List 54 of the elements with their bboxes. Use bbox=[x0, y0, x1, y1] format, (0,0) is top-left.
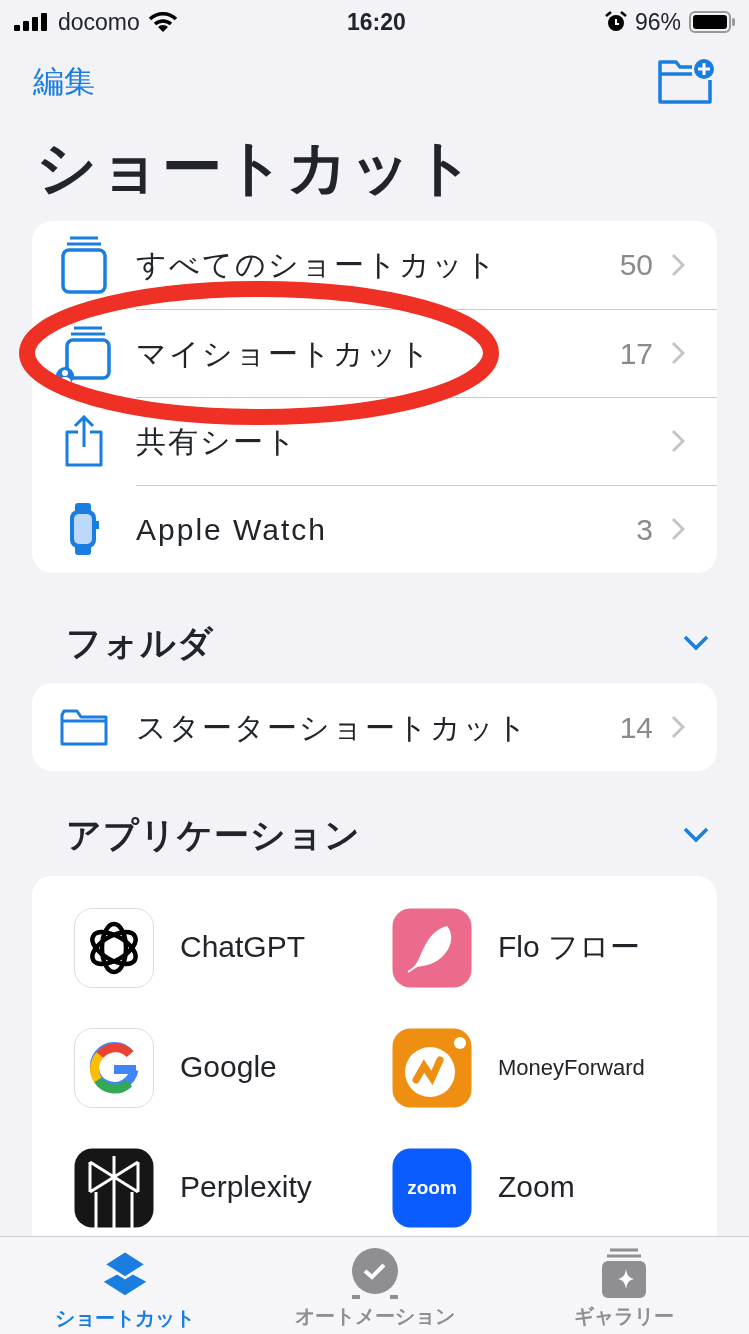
app-name: Zoom bbox=[498, 1170, 575, 1205]
battery-icon bbox=[689, 11, 735, 33]
app-name: Flo フロー bbox=[498, 930, 640, 965]
app-shortcut[interactable]: Google bbox=[74, 1027, 392, 1108]
app-name: Google bbox=[180, 1050, 277, 1085]
row-label: スターターショートカット bbox=[136, 709, 530, 746]
knot-icon[interactable] bbox=[74, 907, 154, 988]
folder-icon bbox=[59, 707, 109, 747]
row-label: マイショートカット bbox=[136, 335, 433, 372]
tab[interactable]: ショートカット bbox=[0, 1237, 250, 1334]
row-label: 共有シート bbox=[136, 423, 299, 460]
watch-icon bbox=[68, 502, 100, 555]
carrier-name: docomo bbox=[58, 7, 140, 37]
feather-icon[interactable] bbox=[392, 907, 472, 988]
list-row[interactable]: マイショートカット 17 bbox=[32, 308, 717, 397]
new-folder-icon[interactable] bbox=[657, 58, 717, 107]
section-title: アプリケーション bbox=[66, 814, 361, 856]
chevron-right-icon bbox=[671, 341, 685, 365]
share-icon bbox=[64, 414, 104, 467]
list-row[interactable]: スターターショートカット 14 bbox=[32, 683, 717, 771]
list-row[interactable]: Apple Watch 3 bbox=[32, 484, 717, 573]
alarm-icon bbox=[604, 11, 627, 33]
row-label: すべてのショートカット bbox=[136, 247, 499, 283]
status-time: 16:20 bbox=[346, 7, 406, 37]
signal-icon bbox=[14, 13, 50, 31]
zoom-logo-icon[interactable]: zoom bbox=[392, 1147, 472, 1228]
row-count: 17 bbox=[619, 335, 653, 372]
edit-button[interactable]: 編集 bbox=[32, 58, 96, 107]
row-count: 50 bbox=[619, 247, 653, 283]
app-shortcut[interactable]: zoom Zoom bbox=[392, 1147, 710, 1228]
list-row[interactable]: すべてのショートカット 50 bbox=[32, 220, 717, 309]
g-letter-icon[interactable] bbox=[74, 1027, 154, 1108]
app-shortcut[interactable]: MoneyForward bbox=[392, 1027, 710, 1108]
app-name: Perplexity bbox=[180, 1170, 312, 1205]
row-count: 14 bbox=[619, 709, 653, 746]
app-shortcut[interactable]: Perplexity bbox=[74, 1147, 392, 1228]
wifi-icon bbox=[147, 11, 178, 33]
chevron-right-icon bbox=[671, 429, 685, 453]
section-title: フォルダ bbox=[66, 621, 214, 664]
app-name: ChatGPT bbox=[180, 930, 306, 965]
list-row[interactable]: 共有シート bbox=[32, 396, 717, 485]
row-count: 3 bbox=[636, 511, 653, 548]
app-name: MoneyForward bbox=[498, 1054, 645, 1081]
chevron-right-icon bbox=[671, 252, 685, 277]
star-lines-icon[interactable] bbox=[74, 1147, 154, 1228]
chevron-down-icon[interactable] bbox=[683, 634, 709, 651]
row-label: Apple Watch bbox=[136, 511, 328, 548]
chevron-down-icon[interactable] bbox=[683, 827, 709, 844]
battery-percent: 96% bbox=[634, 7, 681, 37]
chevron-right-icon bbox=[671, 517, 685, 541]
page-title: ショートカット bbox=[36, 132, 477, 203]
app-shortcut[interactable]: ChatGPT bbox=[74, 907, 392, 988]
app-shortcut[interactable]: Flo フロー bbox=[392, 907, 710, 988]
chevron-right-icon bbox=[671, 715, 685, 739]
